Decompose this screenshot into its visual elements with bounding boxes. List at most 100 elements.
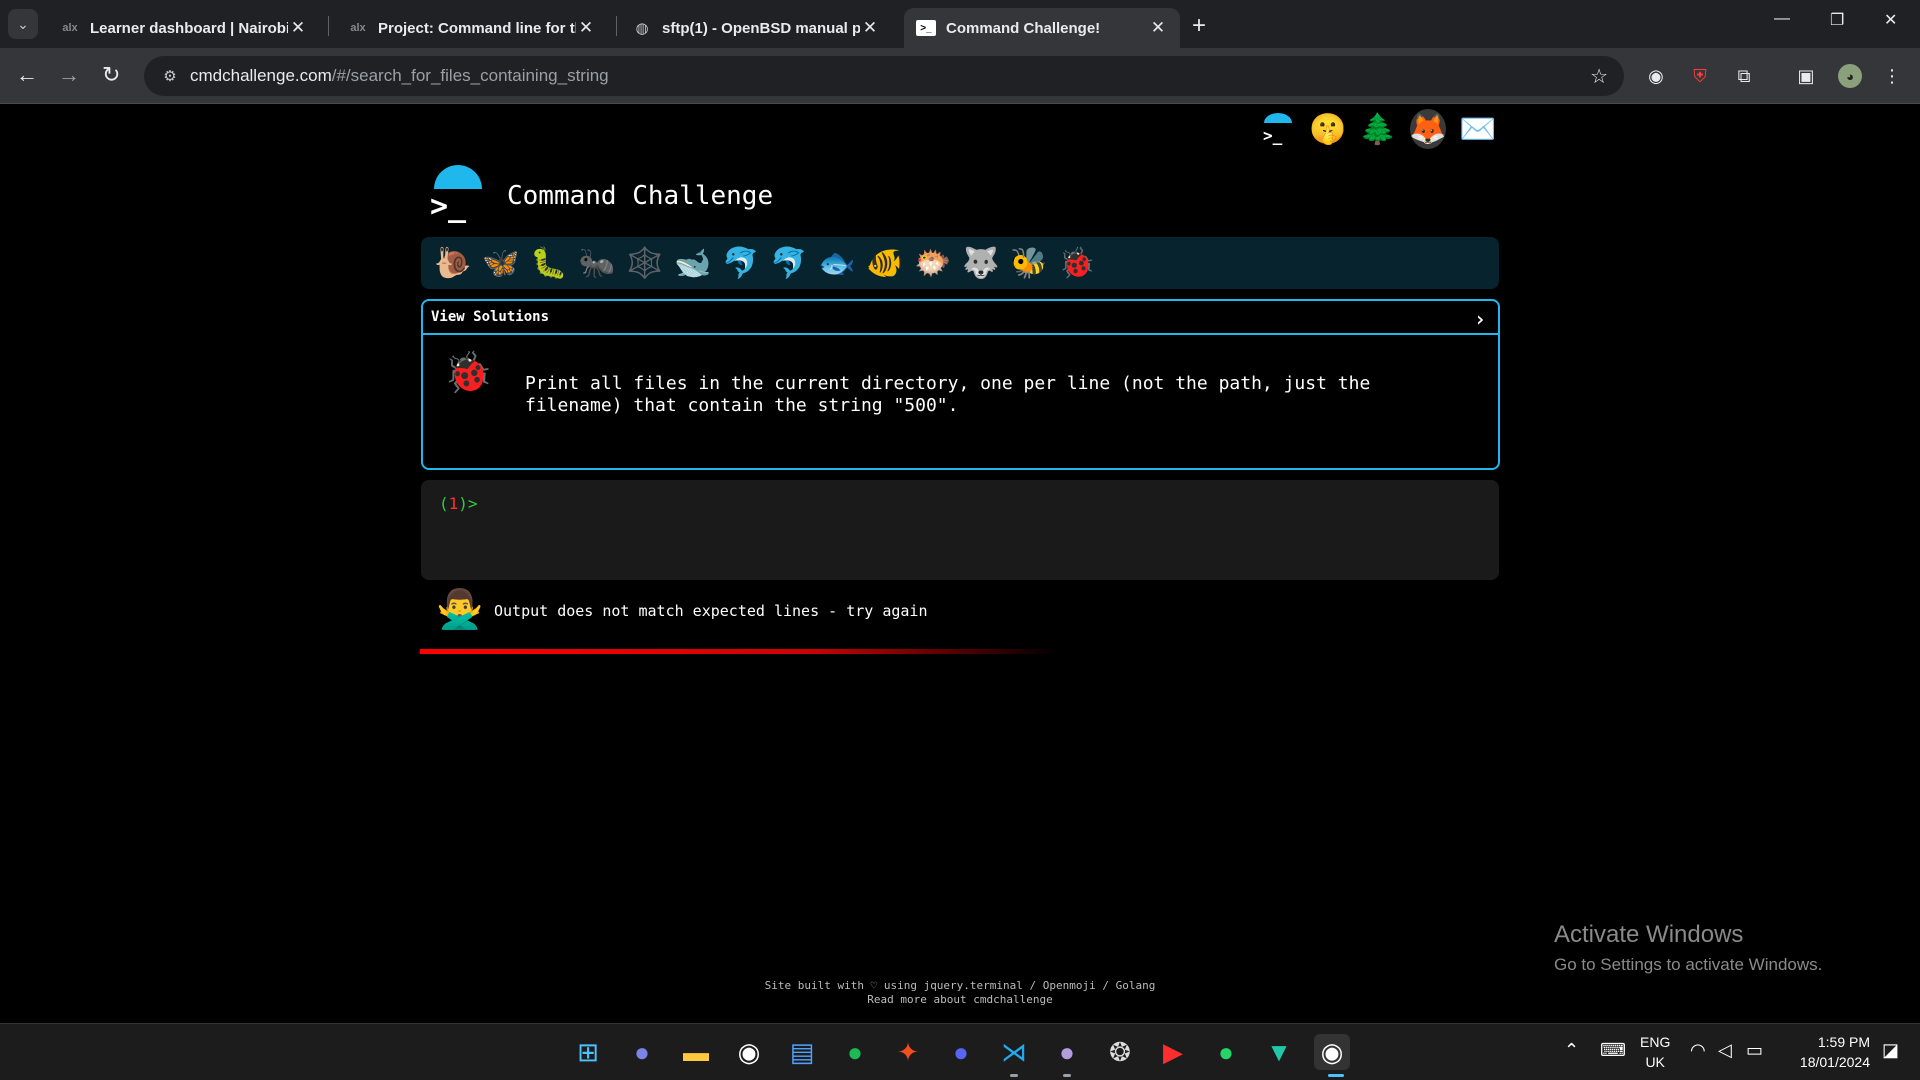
fish-icon[interactable]: 🐟 — [813, 243, 861, 283]
github-icon[interactable]: ● — [1049, 1034, 1085, 1070]
extensions-icon[interactable]: ⧉ — [1732, 64, 1756, 88]
running-indicator — [1010, 1074, 1018, 1077]
teams-chat-icon[interactable]: ● — [624, 1034, 660, 1070]
tab-learner-dashboard[interactable]: alx Learner dashboard | Nairobi In ✕ — [48, 8, 320, 48]
ublock-icon[interactable]: ⛨ — [1688, 64, 1712, 88]
language-indicator[interactable]: ENG UK — [1640, 1032, 1670, 1072]
region-code: UK — [1645, 1054, 1665, 1070]
browser-tab-bar: ⌄ alx Learner dashboard | Nairobi In ✕ a… — [0, 0, 1920, 48]
shushing-face-icon[interactable]: 🤫 — [1309, 109, 1346, 149]
close-tab-icon[interactable]: ✕ — [576, 18, 596, 38]
profile-avatar[interactable]: ◕ — [1838, 64, 1862, 88]
minimize-icon[interactable]: — — [1774, 10, 1790, 28]
url-path: /#/search_for_files_containing_string — [331, 66, 609, 85]
keyboard-icon[interactable]: ⌨ — [1600, 1040, 1626, 1061]
tab-project-command-line[interactable]: alx Project: Command line for the ✕ — [336, 8, 608, 48]
dolphin-icon[interactable]: 🐬 — [717, 243, 765, 283]
caterpillar-icon[interactable]: 🐛 — [525, 243, 573, 283]
language-code: ENG — [1640, 1034, 1671, 1050]
butterfly-icon[interactable]: 🦋 — [477, 243, 525, 283]
notifications-icon[interactable]: ◪ — [1882, 1040, 1899, 1061]
chrome-icon[interactable]: ◉ — [731, 1034, 767, 1070]
page-title: Command Challenge — [507, 181, 774, 211]
site-settings-icon[interactable]: ⚙ — [150, 67, 190, 85]
side-panel-icon[interactable]: ▣ — [1794, 64, 1818, 88]
terminal-input[interactable]: (1)> — [421, 480, 1499, 580]
tree-icon[interactable]: 🌲 — [1359, 109, 1396, 149]
ladybug-icon[interactable]: 🐞 — [1053, 243, 1101, 283]
view-solutions-toggle[interactable]: View Solutions › — [423, 301, 1498, 335]
wolf-icon[interactable]: 🐺 — [957, 243, 1005, 283]
blowfish-icon[interactable]: 🐡 — [909, 243, 957, 283]
url-host: cmdchallenge.com — [190, 66, 332, 85]
error-indicator-line — [420, 649, 1060, 654]
forward-arrow-icon[interactable]: → — [58, 62, 80, 88]
alx-favicon: alx — [350, 22, 366, 34]
spider-web-icon[interactable]: 🕸️ — [621, 243, 669, 283]
reload-icon[interactable]: ↻ — [102, 62, 120, 88]
address-bar[interactable]: ⚙ cmdchallenge.com/#/search_for_files_co… — [144, 56, 1624, 96]
tab-title: sftp(1) - OpenBSD manual pag — [662, 19, 860, 37]
tab-search-button[interactable]: ⌄ — [8, 9, 38, 39]
notepad-icon[interactable]: ▤ — [784, 1034, 820, 1070]
globe-icon: ◍ — [635, 20, 649, 37]
activate-windows-watermark: Activate Windows Go to Settings to activ… — [1554, 921, 1822, 975]
youtube-music-icon[interactable]: ▶ — [1155, 1034, 1191, 1070]
ladybug-icon: 🐞 — [443, 350, 493, 396]
bookmark-star-icon[interactable]: ☆ — [1590, 64, 1608, 89]
mail-icon[interactable]: ✉️ — [1459, 109, 1496, 149]
page-content: >_ 🤫 🌲 🦊 ✉️ >_ Command Challenge 🐌 🦋 🐛 🐜… — [0, 105, 1920, 1023]
footer-read-more-link[interactable]: Read more about cmdchallenge — [0, 993, 1920, 1007]
alx-favicon: alx — [62, 22, 78, 34]
top-links: >_ 🤫 🌲 🦊 ✉️ — [1260, 109, 1497, 149]
dolphin-icon[interactable]: 🐬 — [765, 243, 813, 283]
close-tab-icon[interactable]: ✕ — [1148, 18, 1168, 38]
tropical-fish-icon[interactable]: 🐠 — [861, 243, 909, 283]
url-text[interactable]: cmdchallenge.com/#/search_for_files_cont… — [190, 66, 609, 86]
davinci-icon[interactable]: ❂ — [1102, 1034, 1138, 1070]
system-clock[interactable]: 1:59 PM 18/01/2024 — [1790, 1032, 1870, 1072]
clock-time: 1:59 PM — [1817, 1034, 1870, 1050]
chevron-right-icon[interactable]: › — [1474, 307, 1486, 331]
ant-icon[interactable]: 🐜 — [573, 243, 621, 283]
restore-icon[interactable]: ❐ — [1830, 10, 1844, 30]
close-window-icon[interactable]: ✕ — [1884, 10, 1897, 30]
wifi-icon[interactable]: ◠ — [1690, 1040, 1706, 1061]
activate-title: Activate Windows — [1554, 921, 1744, 948]
vpn-icon[interactable]: ▼ — [1261, 1034, 1297, 1070]
tray-overflow-icon[interactable]: ⌃ — [1564, 1040, 1579, 1061]
back-arrow-icon[interactable]: ← — [16, 62, 38, 88]
active-indicator — [1328, 1074, 1344, 1077]
discord-icon[interactable]: ● — [943, 1034, 979, 1070]
snail-icon[interactable]: 🐌 — [429, 243, 477, 283]
prompt-number: 1 — [448, 494, 459, 513]
figma-icon[interactable]: ✦ — [890, 1034, 926, 1070]
battery-icon[interactable]: ▭ — [1746, 1040, 1763, 1061]
whatsapp-icon[interactable]: ● — [1208, 1034, 1244, 1070]
spotify-icon[interactable]: ● — [837, 1034, 873, 1070]
tab-command-challenge[interactable]: >_ Command Challenge! ✕ — [904, 8, 1180, 48]
close-tab-icon[interactable]: ✕ — [288, 18, 308, 38]
cmdchallenge-icon[interactable]: >_ — [1260, 109, 1296, 149]
tab-sftp-manual[interactable]: ◍ sftp(1) - OpenBSD manual pag ✕ — [620, 8, 892, 48]
whale-icon[interactable]: 🐋 — [669, 243, 717, 283]
start-windows-icon[interactable]: ⊞ — [570, 1034, 606, 1070]
running-indicator — [1063, 1074, 1071, 1077]
terminal-icon: >_ — [916, 20, 936, 36]
prompt-close: )> — [458, 494, 478, 513]
volume-icon[interactable]: ◁ — [1718, 1040, 1732, 1061]
extension-puzzle-icon[interactable]: ◉ — [1644, 64, 1668, 88]
site-logo: >_ — [424, 165, 484, 225]
close-tab-icon[interactable]: ✕ — [860, 18, 880, 38]
logo-dome — [434, 165, 482, 189]
tab-title: Command Challenge! — [946, 19, 1101, 37]
footer-credits: Site built with ♡ using jquery.terminal … — [764, 979, 1156, 992]
bee-icon[interactable]: 🐝 — [1005, 243, 1053, 283]
chrome-active-icon[interactable]: ◉ — [1314, 1034, 1350, 1070]
menu-dots-icon[interactable]: ⋮ — [1880, 64, 1904, 88]
file-explorer-icon[interactable]: ▬ — [678, 1034, 714, 1070]
browser-toolbar: ← → ↻ ⚙ cmdchallenge.com/#/search_for_fi… — [0, 48, 1920, 104]
new-tab-button[interactable]: + — [1192, 12, 1206, 40]
vscode-icon[interactable]: ⋊ — [996, 1034, 1032, 1070]
gitlab-icon[interactable]: 🦊 — [1409, 109, 1447, 149]
